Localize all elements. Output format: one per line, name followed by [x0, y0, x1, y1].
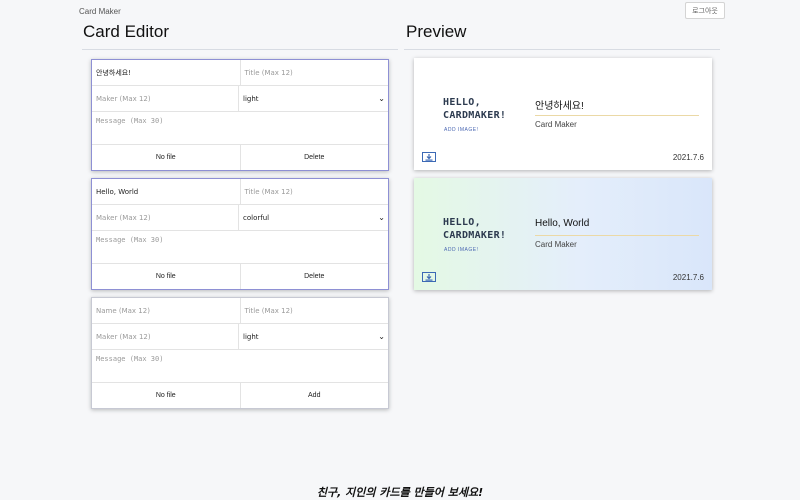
delete-button[interactable]: Delete [239, 145, 389, 170]
add-button[interactable]: Add [239, 383, 389, 408]
card-company: Card Maker [535, 120, 577, 129]
file-upload-button[interactable]: No file [92, 383, 240, 408]
card-name: 안녕하세요! [535, 101, 584, 112]
chevron-down-icon: ⌄ [378, 213, 385, 222]
logo-line-1: HELLO, [443, 217, 481, 228]
chevron-down-icon: ⌄ [378, 94, 385, 103]
message-textarea[interactable]: Message (Max 30) [92, 112, 388, 145]
delete-button[interactable]: Delete [239, 264, 389, 289]
name-input[interactable]: Hello, World [92, 179, 240, 204]
theme-select-value: light [243, 94, 259, 103]
name-input[interactable]: 안녕하세요! [92, 60, 240, 85]
chevron-down-icon: ⌄ [378, 332, 385, 341]
footer-slogan: 친구, 지인의 카드를 만들어 보세요! [316, 486, 484, 499]
theme-select[interactable]: light ⌄ [238, 324, 388, 349]
file-upload-button[interactable]: No file [92, 145, 240, 170]
card-date: 2021.7.6 [672, 273, 704, 282]
maker-input[interactable]: Maker (Max 12) [92, 205, 238, 230]
logo-line-1: HELLO, [443, 97, 481, 108]
logout-button[interactable]: 로그아웃 [685, 2, 725, 19]
add-card-form: Name (Max 12) Title (Max 12) Maker (Max … [91, 297, 389, 409]
logo-line-2: CARDMAKER! [443, 110, 507, 121]
editor-card: Hello, World Title (Max 12) Maker (Max 1… [91, 178, 389, 290]
title-input[interactable]: Title (Max 12) [239, 60, 389, 85]
add-image-link[interactable]: ADD IMAGE! [444, 127, 478, 133]
theme-select-value: colorful [243, 213, 270, 222]
theme-select[interactable]: light ⌄ [238, 86, 388, 111]
card-date: 2021.7.6 [672, 153, 704, 162]
card-logo: HELLO, CARDMAKER! [443, 96, 506, 122]
maker-input[interactable]: Maker (Max 12) [92, 324, 238, 349]
title-input[interactable]: Title (Max 12) [239, 179, 389, 204]
card-divider [535, 115, 699, 116]
editor-card: 안녕하세요! Title (Max 12) Maker (Max 12) lig… [91, 59, 389, 171]
title-input[interactable]: Title (Max 12) [239, 298, 389, 323]
logo-line-2: CARDMAKER! [443, 230, 507, 241]
editor-divider [82, 49, 398, 50]
download-icon[interactable] [422, 272, 436, 282]
card-company: Card Maker [535, 240, 577, 249]
preview-card: HELLO, CARDMAKER! ADD IMAGE! Hello, Worl… [414, 178, 712, 290]
name-input[interactable]: Name (Max 12) [92, 298, 240, 323]
maker-input[interactable]: Maker (Max 12) [92, 86, 238, 111]
message-textarea[interactable]: Message (Max 30) [92, 231, 388, 264]
app-title: Card Maker [79, 7, 121, 16]
preview-divider [404, 49, 720, 50]
card-name: Hello, World [535, 218, 590, 229]
download-icon[interactable] [422, 152, 436, 162]
preview-card: HELLO, CARDMAKER! ADD IMAGE! 안녕하세요! Card… [414, 58, 712, 170]
theme-select[interactable]: colorful ⌄ [238, 205, 388, 230]
editor-title: Card Editor [83, 22, 169, 41]
card-logo: HELLO, CARDMAKER! [443, 216, 506, 242]
theme-select-value: light [243, 332, 259, 341]
add-image-link[interactable]: ADD IMAGE! [444, 247, 478, 253]
message-textarea[interactable]: Message (Max 30) [92, 350, 388, 383]
card-divider [535, 235, 699, 236]
file-upload-button[interactable]: No file [92, 264, 240, 289]
preview-title: Preview [406, 22, 467, 41]
